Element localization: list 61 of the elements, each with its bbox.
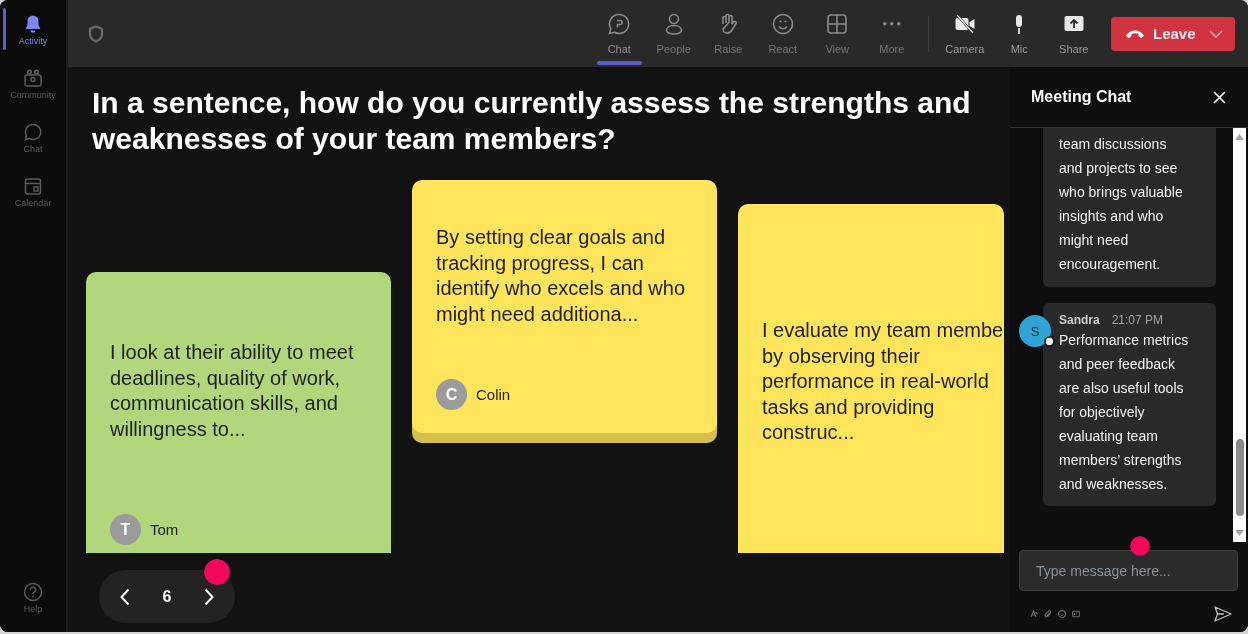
paperclip-icon[interactable] [1044,609,1052,618]
dot-icon [204,559,230,585]
phone-icon [1125,28,1145,39]
send-icon[interactable] [1214,605,1232,622]
dot-icon [1130,536,1150,556]
more-icon [882,22,901,26]
leave-options-button[interactable] [1197,16,1235,51]
message-text: team discussions and projects to see who brings valuable insights and who might need encouragement. [1059,135,1184,274]
message-text: Performance metrics and peer feedback are also useful tools for objectively evaluating team members’ strengths and weaknesses. [1059,331,1190,494]
scroll-down-icon[interactable] [1235,530,1244,536]
people-group-icon [23,68,43,88]
avatar: S [1019,315,1051,347]
gif-icon[interactable] [1072,609,1080,618]
toolbar-button[interactable]: Raise [701,0,756,67]
chat-bubble-icon [23,122,43,142]
grid-icon [826,13,849,35]
avatar: T [110,514,141,546]
author-name: Tom [150,521,179,539]
avatar: C [436,379,467,411]
sidebar-item[interactable]: Chat [0,116,66,158]
chevron-left-icon [120,587,130,606]
toolbar-button[interactable]: React [755,0,810,67]
format-icon[interactable] [1030,609,1038,618]
help-icon [23,582,43,602]
sidebar-item[interactable]: Community [0,62,66,104]
toolbar-button[interactable]: People [646,0,701,67]
toolbar-button[interactable]: View [810,0,865,67]
note-text: By setting clear goals and tracking progress, I can identify who excels and who might need additiona... [436,225,687,327]
toolbar-button[interactable]: Share [1046,0,1101,67]
message-time: 21:07 PM [1111,312,1164,328]
emoji-icon[interactable] [1058,609,1066,618]
camera-off-icon [953,13,976,35]
calendar-icon [23,176,43,196]
panel-title: Meeting Chat [1031,88,1132,106]
smiley-icon [771,13,794,35]
sidebar-item[interactable]: Calendar [0,170,66,212]
toolbar-button[interactable]: More [864,0,919,67]
chevron-down-icon [1209,29,1223,38]
toolbar-button[interactable]: Camera [937,0,992,67]
note-text: I look at their ability to meet deadlines, quality of work, communication skills, and willingness to... [110,340,355,442]
status-dot-icon [1044,336,1055,347]
toolbar-button[interactable]: Mic [992,0,1047,67]
bell-icon [23,14,43,34]
sidebar-item[interactable]: Activity [0,8,66,50]
scroll-up-icon[interactable] [1235,134,1244,140]
scrollbar-thumb[interactable] [1235,439,1244,516]
leave-button[interactable]: Leave [1111,16,1197,51]
toolbar-button[interactable]: Chat [592,0,647,67]
author-name: Colin [476,386,511,404]
sender-name: Sandra [1059,312,1100,328]
microphone-icon [1015,14,1024,34]
note-text: I evaluate my team membe by observing their performance in real-world tasks and providing construc... [762,318,1004,446]
close-icon [1212,90,1226,104]
question-title: In a sentence, how do you currently assess the strengths and weaknesses of your team members? [91,85,972,157]
scrollbar[interactable] [1233,128,1246,542]
message-input[interactable]: Type message here... [1019,550,1238,591]
chevron-right-icon [204,587,214,606]
help-button[interactable]: Help [0,576,66,618]
shield-icon [88,24,104,43]
page-number: 6 [162,587,172,606]
chat-bubble-icon [608,13,631,35]
